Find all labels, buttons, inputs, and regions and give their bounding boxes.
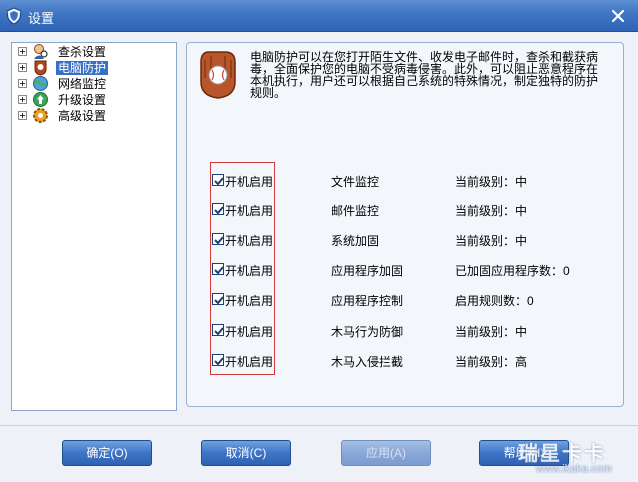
tree-item-scan[interactable]: 查杀设置 [12,44,172,60]
feature-name: 邮件监控 [331,204,380,218]
expand-icon[interactable] [18,47,27,56]
tree-item-advanced[interactable]: 高级设置 [12,108,172,124]
tree-item-update[interactable]: 升级设置 [12,92,172,108]
feature-status: 当前级别：中 [455,204,528,218]
tree-item-label: 升级设置 [58,93,107,107]
feature-status: 当前级别：中 [455,175,528,189]
tree-item-network[interactable]: 网络监控 [12,76,172,92]
gear-icon [33,108,48,123]
cancel-button[interactable]: 取消(C) [201,440,291,466]
watermark: 瑞星卡卡 www.ikaka.com [510,437,636,479]
apply-button[interactable]: 应用(A) [341,440,431,466]
expand-icon[interactable] [18,79,27,88]
protection-row: 开机启用 系统加固 当前级别：中 [0,231,638,249]
startup-checkbox[interactable] [212,233,224,245]
watermark-brand: 瑞星卡卡 [518,443,606,465]
watermark-url: www.ikaka.com [536,463,612,475]
feature-status: 当前级别：中 [455,234,528,248]
globe-icon [33,76,48,91]
shield-app-icon [6,7,22,25]
feature-name: 木马行为防御 [331,325,404,339]
startup-checkbox[interactable] [212,354,224,366]
tree-item-label: 电脑防护 [56,61,109,75]
checkbox-label[interactable]: 开机启用 [225,292,273,309]
protection-row: 开机启用 木马行为防御 当前级别：中 [0,322,638,340]
feature-status: 当前级别：中 [455,325,528,339]
feature-name: 系统加固 [331,234,380,248]
feature-name: 应用程序加固 [331,264,404,278]
protection-row: 开机启用 木马入侵拦截 当前级别：高 [0,352,638,370]
window-title: 设置 [28,11,55,26]
startup-checkbox[interactable] [212,263,224,275]
feature-name: 木马入侵拦截 [331,355,404,369]
checkbox-label[interactable]: 开机启用 [225,353,273,370]
checkbox-label[interactable]: 开机启用 [225,232,273,249]
tree-item-label: 高级设置 [58,109,107,123]
checkbox-label[interactable]: 开机启用 [225,202,273,219]
checkbox-label[interactable]: 开机启用 [225,262,273,279]
startup-checkbox[interactable] [212,293,224,305]
checkbox-label[interactable]: 开机启用 [225,173,273,190]
feature-name: 文件监控 [331,175,380,189]
magnifier-person-icon [34,44,48,59]
ok-button[interactable]: 确定(O) [62,440,152,466]
tree-item-pc-protection[interactable]: 电脑防护 [12,60,172,76]
feature-status: 当前级别：高 [455,355,528,369]
title-bar: 设置 [0,0,638,32]
expand-icon[interactable] [18,111,27,120]
startup-checkbox[interactable] [212,203,224,215]
feature-name: 应用程序控制 [331,294,404,308]
feature-status: 已加固应用程序数：0 [455,264,570,278]
feature-status: 启用规则数：0 [455,294,534,308]
protection-row: 开机启用 文件监控 当前级别：中 [0,172,638,190]
protection-row: 开机启用 邮件监控 当前级别：中 [0,201,638,219]
update-arrow-icon [33,92,48,107]
expand-icon[interactable] [18,95,27,104]
button-separator [0,425,638,426]
tree-item-label: 网络监控 [58,77,107,91]
close-icon[interactable] [604,5,632,27]
glove-shield-icon [34,60,47,76]
expand-icon[interactable] [18,63,27,72]
startup-checkbox[interactable] [212,174,224,186]
baseball-glove-icon [200,51,236,99]
startup-checkbox[interactable] [212,324,224,336]
protection-row: 开机启用 应用程序控制 启用规则数：0 [0,291,638,309]
protection-row: 开机启用 应用程序加固 已加固应用程序数：0 [0,261,638,279]
protection-description: 电脑防护可以在您打开陌生文件、收发电子邮件时，查杀和截获病毒，全面保护您的电脑不… [250,50,599,100]
tree-item-label: 查杀设置 [58,45,107,59]
checkbox-label[interactable]: 开机启用 [225,323,273,340]
